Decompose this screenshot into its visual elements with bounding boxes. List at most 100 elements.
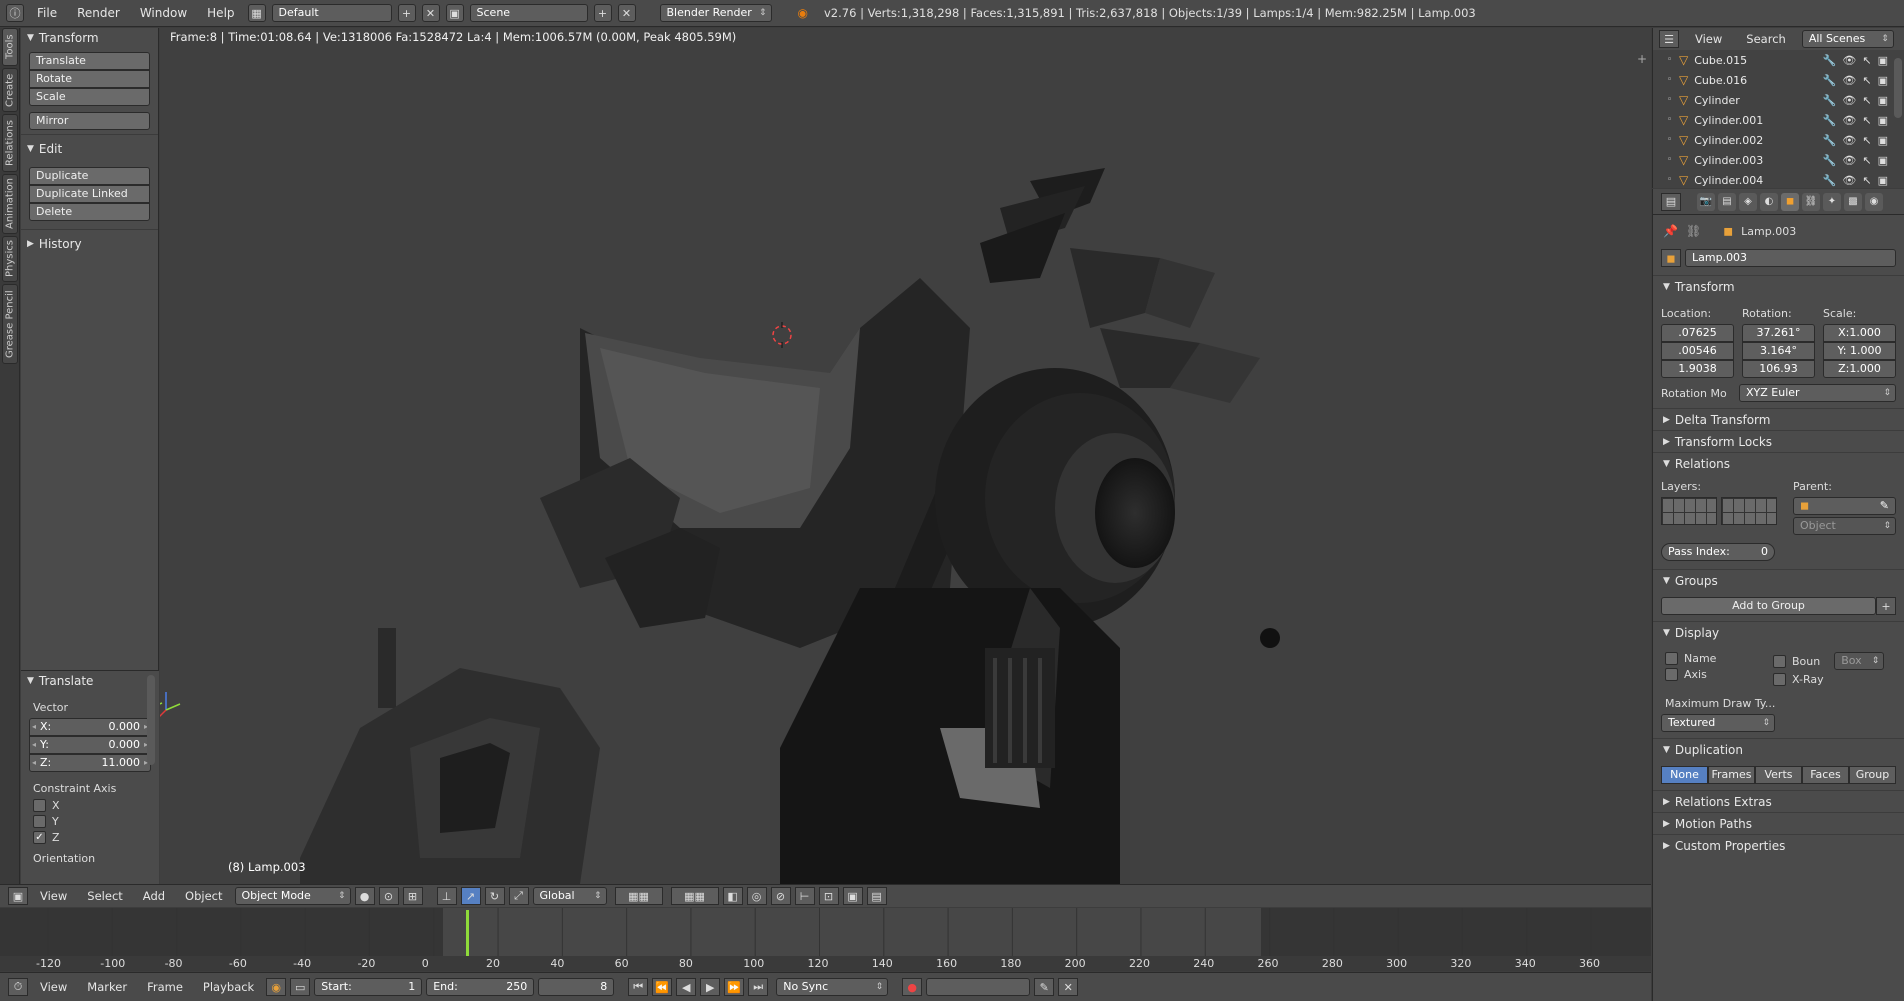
current-frame-field[interactable]: 8 [538,978,615,996]
sync-dropdown[interactable]: No Sync [776,978,889,996]
vector-x-field[interactable]: X:0.000 [29,718,151,736]
visibility-eye-icon[interactable]: 👁 [1842,174,1856,187]
dup-group-button[interactable]: Group [1849,766,1896,784]
object-mode-dropdown[interactable]: Object Mode [234,887,351,905]
dup-none-button[interactable]: None [1661,766,1708,784]
show-bounds-checkbox[interactable]: Boun Box [1773,652,1892,670]
history-panel-header[interactable]: ▶ History [21,234,158,254]
scale-button[interactable]: Scale [29,88,150,106]
expand-dot-icon[interactable]: ◦ [1667,55,1672,65]
expand-dot-icon[interactable]: ◦ [1667,115,1672,125]
groups-header[interactable]: ▼ Groups [1653,569,1904,591]
editor-type-icon[interactable]: ▣ [8,887,28,905]
location-z-field[interactable]: 1.9038 [1661,360,1734,378]
outliner-row[interactable]: ◦ ▽ Cube.016 🔧 👁 ↖ ▣ [1653,70,1904,90]
custom-properties-header[interactable]: ▶ Custom Properties [1653,834,1904,856]
menu-render[interactable]: Render [70,6,127,20]
edit-panel-header[interactable]: ▼ Edit [21,139,158,159]
object-type-icon[interactable]: ◼ [1661,249,1681,267]
layer-grid-left[interactable] [1661,497,1717,525]
object-tab-icon[interactable]: ◼ [1781,192,1799,211]
delete-keyframe-icon[interactable]: ✕ [1058,978,1079,996]
object-name-field[interactable]: Lamp.003 [1685,249,1896,267]
menu-file[interactable]: File [30,6,64,20]
transform-locks-header[interactable]: ▶ Transform Locks [1653,430,1904,452]
rotate-manip-icon[interactable]: ↻ [484,887,505,905]
visibility-eye-icon[interactable]: 👁 [1842,54,1856,67]
selectable-cursor-icon[interactable]: ↖ [1862,154,1871,167]
dup-faces-button[interactable]: Faces [1802,766,1849,784]
display-header[interactable]: ▼ Display [1653,621,1904,643]
relations-header[interactable]: ▼ Relations [1653,452,1904,474]
translate-button[interactable]: Translate [29,52,150,70]
rotation-y-field[interactable]: 3.164° [1742,342,1815,360]
scale-z-field[interactable]: Z:1.000 [1823,360,1896,378]
operator-title[interactable]: ▼ Translate [21,671,159,691]
render-camera-icon[interactable]: ▣ [1878,134,1888,147]
orientation-dropdown[interactable]: Global [532,887,607,905]
visibility-eye-icon[interactable]: 👁 [1842,74,1856,87]
texture-tab-icon[interactable]: ▩ [1844,192,1862,211]
selectable-cursor-icon[interactable]: ↖ [1862,174,1871,187]
add-layout-icon[interactable]: + [397,4,416,22]
menu-view[interactable]: View [32,980,75,994]
layers-tab-icon[interactable]: ▤ [1718,192,1736,211]
render-camera-icon[interactable]: ▣ [1878,74,1888,87]
outliner-row[interactable]: ◦ ▽ Cylinder 🔧 👁 ↖ ▣ [1653,90,1904,110]
selectable-cursor-icon[interactable]: ↖ [1862,114,1871,127]
menu-view[interactable]: View [32,889,75,903]
jump-start-icon[interactable]: ⏮ [628,978,649,996]
scene-field[interactable]: Scene [469,4,588,22]
layout-grid-icon[interactable]: ▦ [247,4,266,22]
current-frame-marker[interactable] [466,910,469,956]
mirror-button[interactable]: Mirror [29,112,150,130]
duplication-header[interactable]: ▼ Duplication [1653,738,1904,760]
jump-end-icon[interactable]: ⏭ [748,978,769,996]
constraint-y-checkbox[interactable]: Y [33,815,147,828]
parent-type-dropdown[interactable]: Object [1793,517,1896,535]
location-y-field[interactable]: .00546 [1661,342,1734,360]
display-mode-dropdown[interactable]: All Scenes [1801,30,1894,48]
play-reverse-icon[interactable]: ◀ [676,978,697,996]
snap-icon[interactable]: ⊞ [402,887,423,905]
add-group-icon[interactable]: + [1876,597,1896,615]
motion-paths-header[interactable]: ▶ Motion Paths [1653,812,1904,834]
snap-magnet-icon[interactable]: ⊡ [818,887,839,905]
outliner-scrollbar[interactable] [1894,58,1902,118]
tab-relations[interactable]: Relations [2,114,18,172]
expand-dot-icon[interactable]: ◦ [1667,95,1672,105]
constraints-tab-icon[interactable]: ⛓ [1802,192,1820,211]
visibility-eye-icon[interactable]: 👁 [1842,114,1856,127]
dup-frames-button[interactable]: Frames [1708,766,1755,784]
selectable-cursor-icon[interactable]: ↖ [1862,134,1871,147]
menu-object[interactable]: Object [177,889,230,903]
layer-grid-right[interactable] [1721,497,1777,525]
insert-keyframe-icon[interactable]: ✎ [1034,978,1055,996]
render-engine-dropdown[interactable]: Blender Render [659,4,772,22]
keying-set-field[interactable] [926,978,1031,996]
shading-icon[interactable]: ● [354,887,375,905]
render-opengl-icon[interactable]: ▣ [842,887,863,905]
record-icon[interactable]: ● [902,978,923,996]
add-to-group-button[interactable]: Add to Group [1661,597,1876,615]
menu-help[interactable]: Help [200,6,241,20]
show-axis-checkbox[interactable]: Axis [1665,668,1761,681]
render-camera-icon[interactable]: ▣ [1878,154,1888,167]
outliner-row[interactable]: ◦ ▽ Cylinder.001 🔧 👁 ↖ ▣ [1653,110,1904,130]
menu-select[interactable]: Select [79,889,130,903]
outliner-row[interactable]: ◦ ▽ Cylinder.002 🔧 👁 ↖ ▣ [1653,130,1904,150]
constraint-z-checkbox[interactable]: ✓ Z [33,831,147,844]
outliner-search-menu[interactable]: Search [1738,32,1794,46]
menu-marker[interactable]: Marker [79,980,135,994]
scale-manip-icon[interactable]: ⤢ [508,887,529,905]
show-name-checkbox[interactable]: Name [1665,652,1761,665]
render-camera-icon[interactable]: ▣ [1878,54,1888,67]
outliner-row[interactable]: ◦ ▽ Cylinder.003 🔧 👁 ↖ ▣ [1653,150,1904,170]
tab-grease-pencil[interactable]: Grease Pencil [2,284,18,364]
tab-create[interactable]: Create [2,68,18,112]
render-anim-icon[interactable]: ▤ [866,887,887,905]
layers-grid-1[interactable]: ▦▦ [614,887,663,905]
preview-range-icon[interactable]: ◉ [266,978,287,996]
tab-animation[interactable]: Animation [2,174,18,234]
expand-dot-icon[interactable]: ◦ [1667,135,1672,145]
